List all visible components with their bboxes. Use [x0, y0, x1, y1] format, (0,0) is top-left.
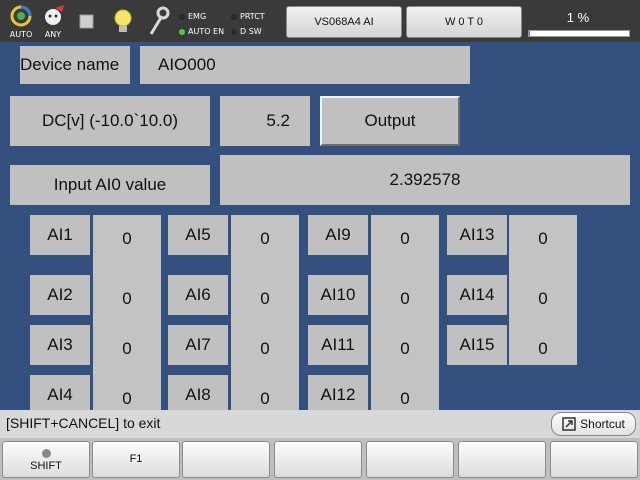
- ai-channel-value: 0: [260, 229, 270, 248]
- ai-channel-value: 0: [400, 339, 410, 358]
- ai-channel-label: AI5: [168, 215, 228, 255]
- shortcut-label: Shortcut: [580, 417, 625, 431]
- program-button[interactable]: VS068A4 AI: [286, 6, 402, 38]
- ai-channel-value: 0: [122, 339, 132, 358]
- indicator-emg: EMG: [179, 12, 206, 21]
- ai-channel-label: AI6: [168, 275, 228, 315]
- auto-icon[interactable]: AUTO: [6, 4, 36, 40]
- indicator-prtct: PRTCT: [231, 12, 265, 21]
- wrench-icon[interactable]: [142, 4, 172, 40]
- f5-key[interactable]: [458, 441, 546, 478]
- device-name-label: Device name: [20, 46, 130, 84]
- ai-channel-label: AI7: [168, 325, 228, 365]
- indicator-d-sw: D SW: [231, 27, 262, 36]
- shift-key-label: SHIFT: [30, 460, 62, 472]
- ai-channel-label: AI9: [308, 215, 368, 255]
- ai-channel-label: AI14: [447, 275, 507, 315]
- ai-channel-label: AI10: [308, 275, 368, 315]
- lightbulb-icon[interactable]: [108, 4, 138, 40]
- dc-voltage-label: DC[v] (-10.0`10.0): [10, 96, 210, 146]
- device-name-value: AIO000: [140, 46, 470, 84]
- ai-channel-value: 0: [400, 289, 410, 308]
- progress-fill: [529, 31, 530, 36]
- input-ai0-label: Input AI0 value: [10, 165, 210, 205]
- ai-channel-value: 0: [538, 289, 548, 308]
- f1-key[interactable]: F1: [92, 441, 180, 478]
- f2-key[interactable]: [182, 441, 270, 478]
- shortcut-arrow-icon: [562, 417, 576, 431]
- ai-channel-label: AI13: [447, 215, 507, 255]
- ai-channel-value: 0: [538, 339, 548, 358]
- f6-key[interactable]: [550, 441, 638, 478]
- shortcut-button[interactable]: Shortcut: [551, 412, 636, 436]
- ai-channel-label: AI11: [308, 325, 368, 365]
- any-icon[interactable]: ANY: [38, 4, 68, 40]
- progress-label: 1 %: [566, 10, 590, 25]
- ai-channel-value: 0: [122, 229, 132, 248]
- f3-key[interactable]: [274, 441, 362, 478]
- ai-channel-value: 0: [260, 339, 270, 358]
- ai-channel-label: AI1: [30, 215, 90, 255]
- emg-dot: [179, 13, 185, 20]
- stop-icon[interactable]: [72, 4, 102, 40]
- indicator-auto-en: AUTO EN: [179, 27, 224, 36]
- ai-channel-label: AI12: [308, 375, 368, 415]
- progress-bar: [528, 30, 630, 37]
- exit-hint: [SHIFT+CANCEL] to exit: [6, 415, 161, 431]
- ai-channel-label: AI2: [30, 275, 90, 315]
- ai-channel-value: 0: [260, 289, 270, 308]
- dc-voltage-input[interactable]: 5.2: [220, 96, 310, 146]
- ai-channel-value: 0: [122, 289, 132, 308]
- shift-indicator-icon: [41, 449, 51, 458]
- input-ai0-value: 2.392578: [220, 155, 630, 205]
- ai-channel-value: 0: [538, 229, 548, 248]
- f4-key[interactable]: [366, 441, 454, 478]
- work-button[interactable]: W 0 T 0: [406, 6, 522, 38]
- output-button[interactable]: Output: [320, 96, 460, 146]
- ai-channel-label: AI3: [30, 325, 90, 365]
- ai-channel-value: 0: [400, 389, 410, 408]
- ai-channel-value: 0: [400, 229, 410, 248]
- ai-channel-value: 0: [260, 389, 270, 408]
- ai-channel-label: AI4: [30, 375, 90, 415]
- prtct-dot: [231, 13, 237, 20]
- auto-en-dot: [179, 28, 185, 35]
- shift-key[interactable]: SHIFT: [2, 441, 90, 478]
- ai-channel-label: AI15: [447, 325, 507, 365]
- d-sw-dot: [231, 28, 237, 35]
- ai-channel-label: AI8: [168, 375, 228, 415]
- ai-channel-value: 0: [122, 389, 132, 408]
